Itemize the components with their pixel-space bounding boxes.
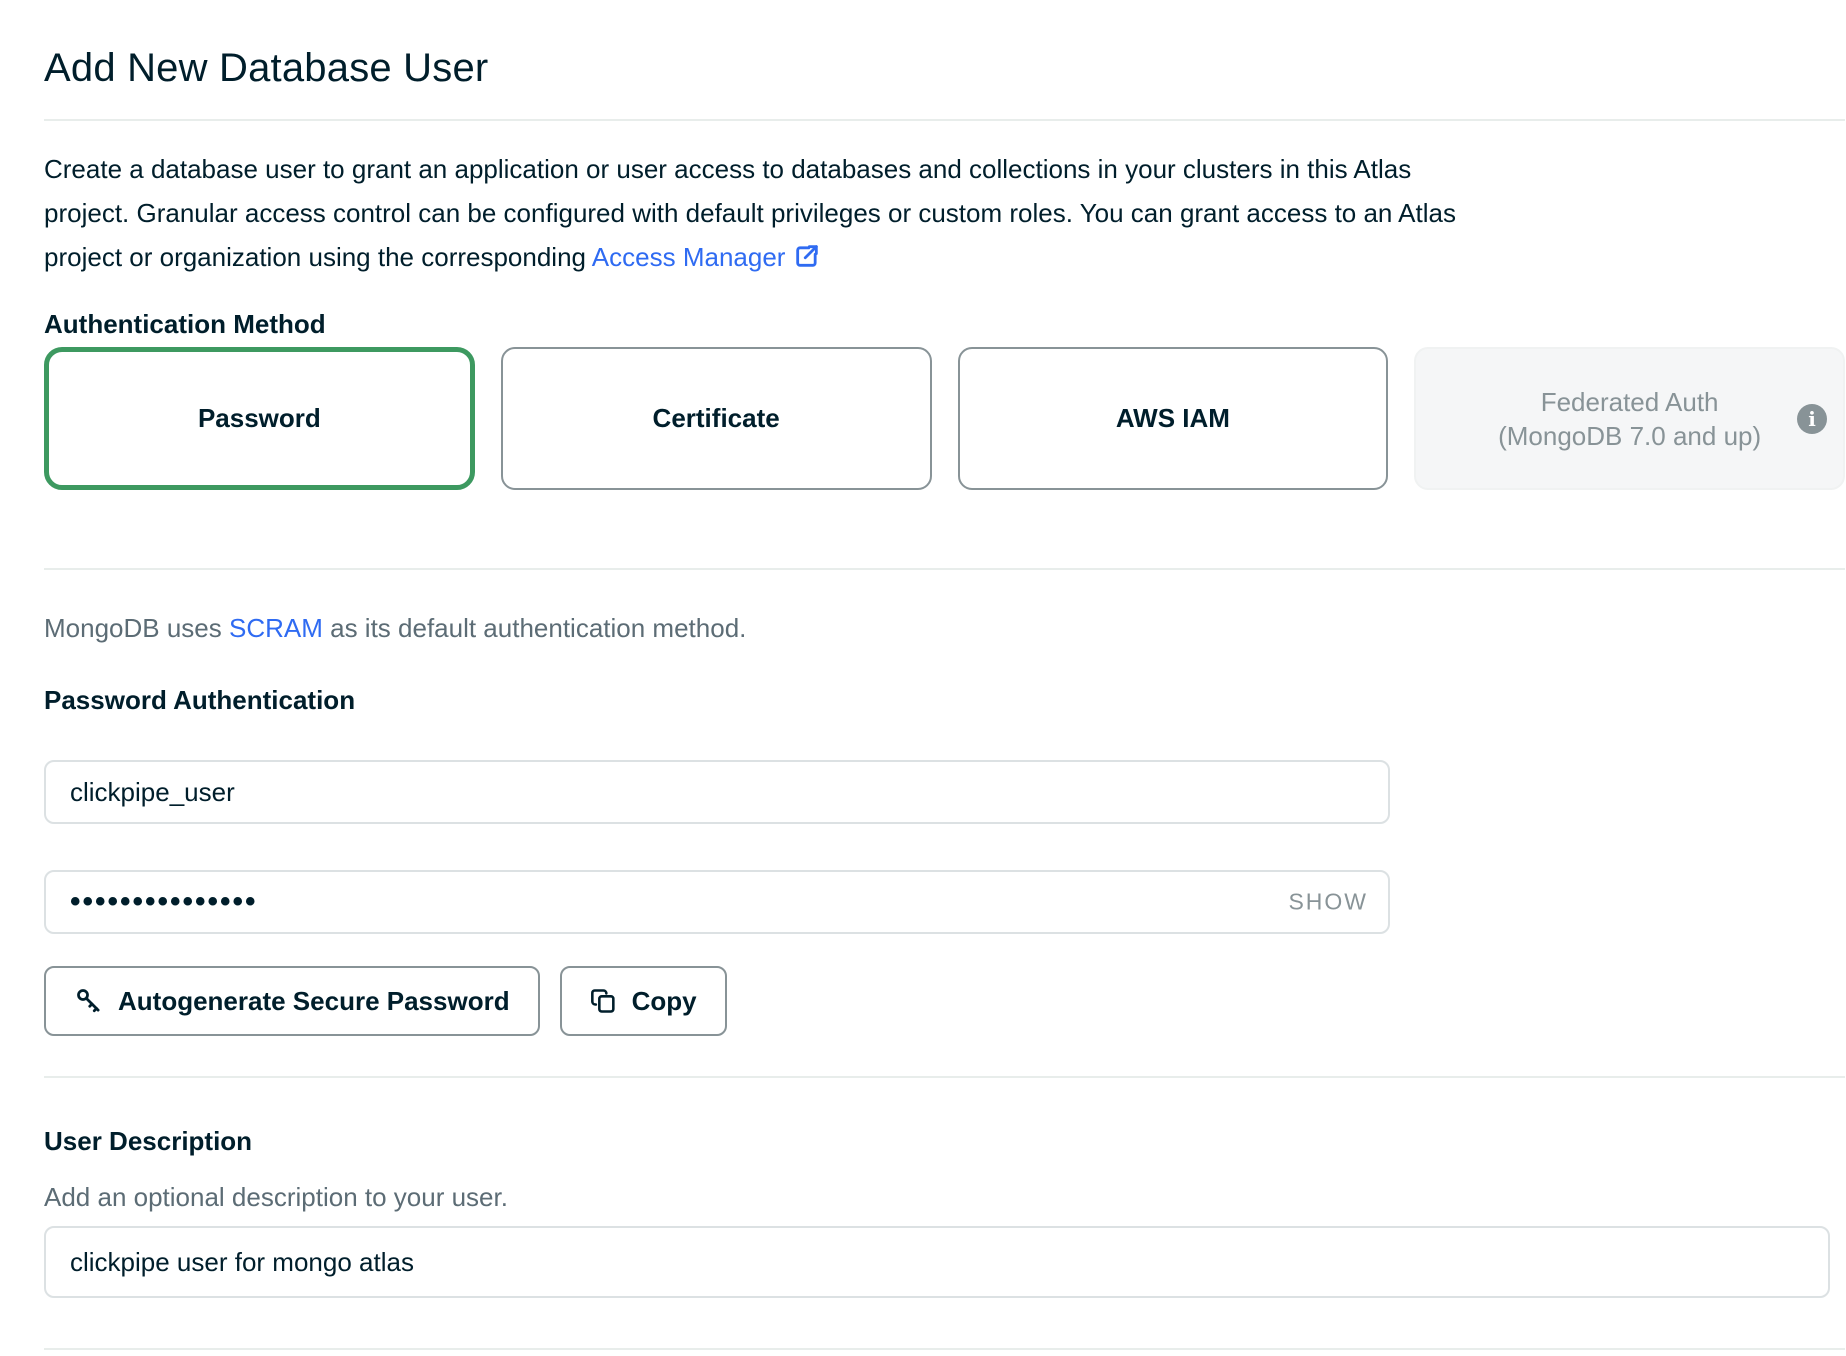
scram-link[interactable]: SCRAM — [229, 613, 323, 643]
key-icon — [74, 986, 104, 1016]
divider-description — [44, 1076, 1845, 1078]
auth-option-password[interactable]: Password — [44, 347, 475, 490]
description-line-3: project or organization using the corres… — [44, 235, 1789, 279]
page-description: Create a database user to grant an appli… — [44, 147, 1789, 279]
auth-option-certificate-label: Certificate — [653, 403, 780, 434]
password-authentication-heading: Password Authentication — [44, 684, 1846, 716]
scram-note: MongoDB uses SCRAM as its default authen… — [44, 606, 1846, 650]
auth-option-aws-iam-label: AWS IAM — [1116, 403, 1230, 434]
divider-auth — [44, 568, 1845, 570]
auth-option-aws-iam[interactable]: AWS IAM — [958, 347, 1389, 490]
auth-option-password-label: Password — [198, 403, 321, 434]
copy-icon — [590, 987, 618, 1015]
copy-button-label: Copy — [632, 986, 697, 1017]
auth-method-options: Password Certificate AWS IAM Federated A… — [44, 347, 1845, 490]
page-title: Add New Database User — [44, 42, 1846, 94]
description-line-3-text: project or organization using the corres… — [44, 242, 592, 272]
auth-option-certificate[interactable]: Certificate — [501, 347, 932, 490]
add-database-user-page: Add New Database User Create a database … — [0, 0, 1846, 1356]
autogenerate-password-label: Autogenerate Secure Password — [118, 986, 510, 1017]
copy-password-button[interactable]: Copy — [560, 966, 727, 1036]
password-field-row: SHOW — [44, 870, 1390, 934]
description-line-2: project. Granular access control can be … — [44, 191, 1789, 235]
access-manager-link[interactable]: Access Manager — [592, 242, 822, 272]
username-input[interactable] — [44, 760, 1390, 824]
external-link-icon — [793, 242, 821, 270]
authentication-method-heading: Authentication Method — [44, 309, 1846, 339]
user-description-input[interactable] — [44, 1226, 1830, 1298]
auth-option-federated-auth-label: Federated Auth (MongoDB 7.0 and up) — [1498, 385, 1761, 453]
divider-top — [44, 119, 1845, 121]
show-password-button[interactable]: SHOW — [1288, 889, 1368, 916]
description-line-1: Create a database user to grant an appli… — [44, 147, 1789, 191]
user-description-heading: User Description — [44, 1124, 1846, 1158]
user-description-helper: Add an optional description to your user… — [44, 1182, 1846, 1212]
autogenerate-password-button[interactable]: Autogenerate Secure Password — [44, 966, 540, 1036]
info-icon[interactable]: i — [1797, 404, 1827, 434]
divider-bottom — [44, 1348, 1845, 1350]
password-actions-row: Autogenerate Secure Password Copy — [44, 966, 1846, 1036]
password-input[interactable] — [44, 870, 1390, 934]
auth-option-federated-auth: Federated Auth (MongoDB 7.0 and up) i — [1414, 347, 1845, 490]
